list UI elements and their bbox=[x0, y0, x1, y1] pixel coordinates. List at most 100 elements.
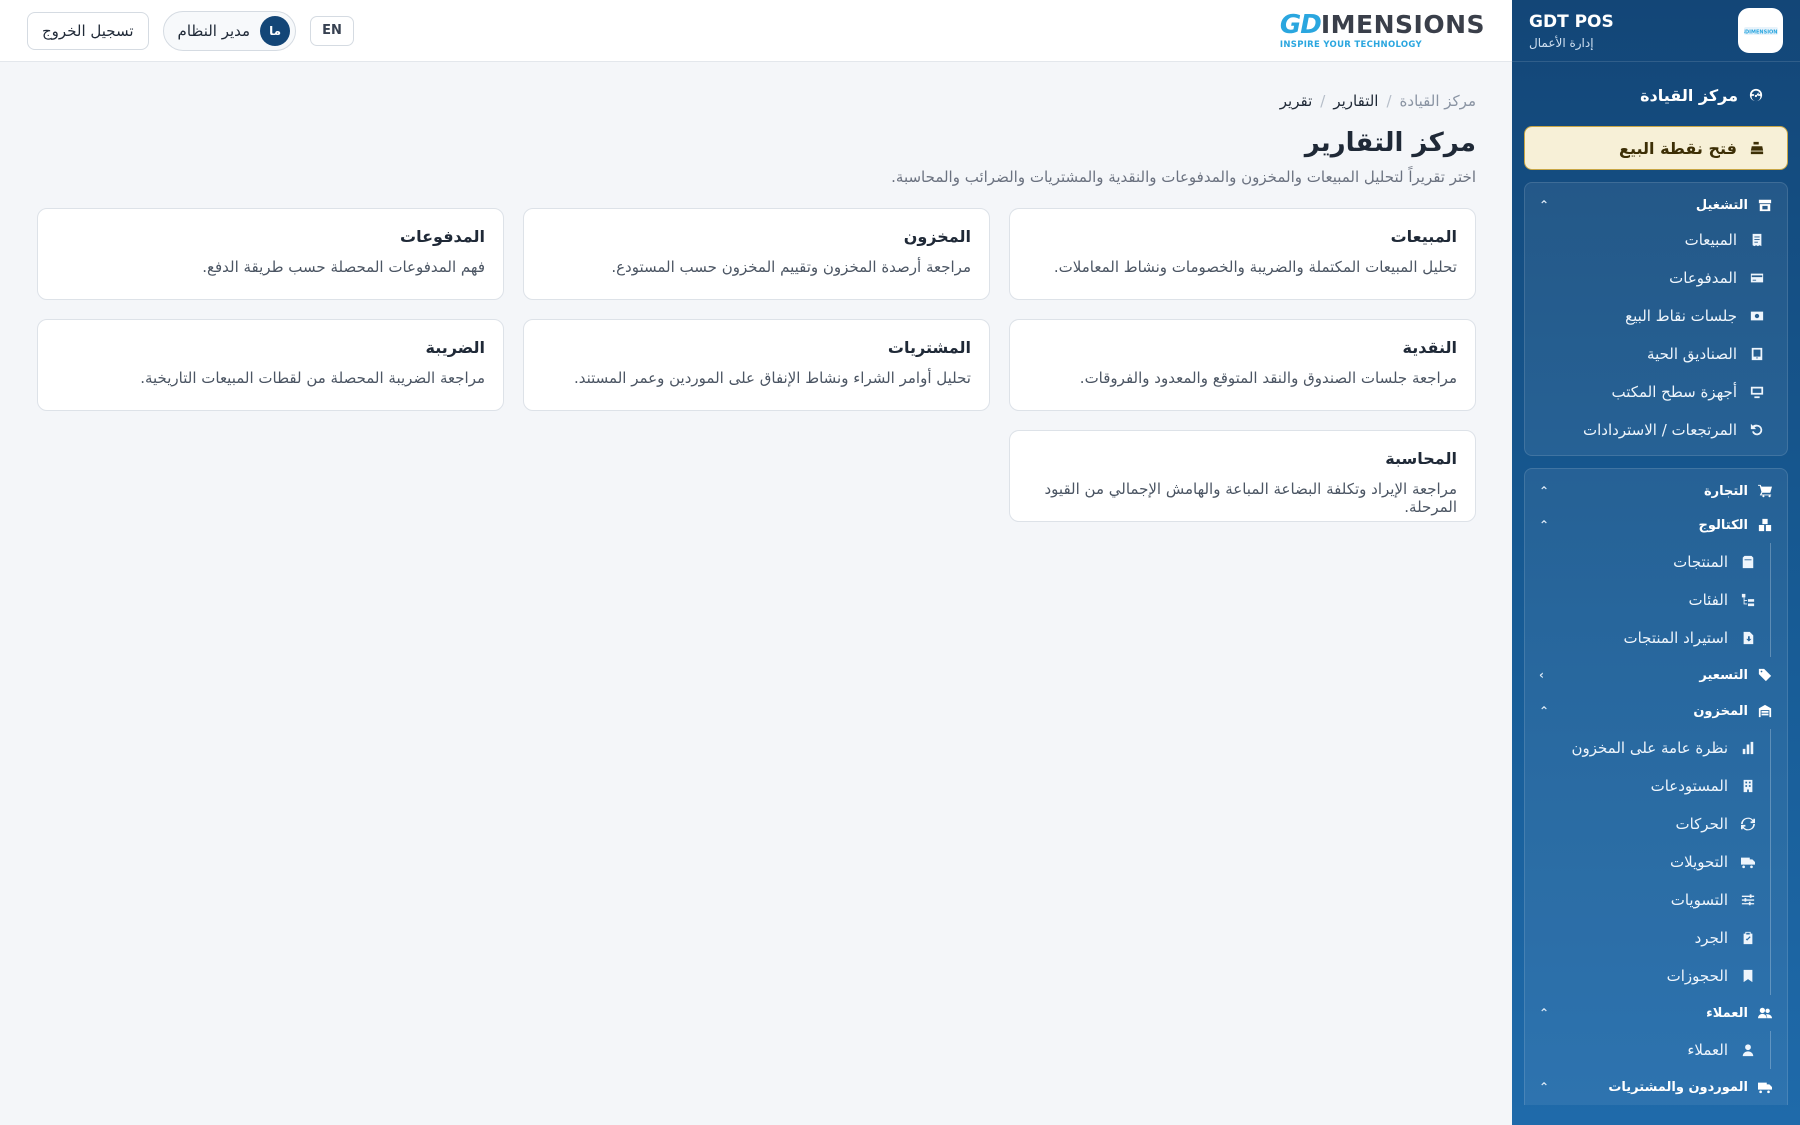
truck-icon bbox=[1740, 854, 1756, 870]
report-card-cash[interactable]: النقدية مراجعة جلسات الصندوق والنقد المت… bbox=[1009, 319, 1476, 411]
report-card-purchases[interactable]: المشتريات تحليل أوامر الشراء ونشاط الإنف… bbox=[523, 319, 990, 411]
sidebar-subgroup-title: الكتالوج bbox=[1698, 517, 1749, 533]
card-description: مراجعة جلسات الصندوق والنقد المتوقع والم… bbox=[1079, 369, 1457, 387]
report-card-inventory[interactable]: المخزون مراجعة أرصدة المخزون وتقييم المخ… bbox=[523, 208, 990, 300]
money-bill-icon bbox=[1749, 308, 1765, 324]
sidebar-item-label: الحجوزات bbox=[1666, 967, 1728, 985]
sidebar-subgroup-pricing[interactable]: التسعير › bbox=[1525, 657, 1787, 693]
company-logo[interactable]: GD IMENSIONS INSPIRE YOUR TECHNOLOGY bbox=[1280, 12, 1485, 50]
brand-subtitle: إدارة الأعمال bbox=[1529, 35, 1594, 50]
building-icon bbox=[1740, 778, 1756, 794]
user-menu[interactable]: ما مدير النظام bbox=[162, 10, 297, 51]
receipt-icon bbox=[1749, 232, 1765, 248]
sidebar-item-adjustments[interactable]: التسويات bbox=[1525, 881, 1770, 919]
chevron-left-icon: › bbox=[1539, 668, 1544, 682]
card-title: النقدية bbox=[1402, 338, 1458, 357]
cubes-icon bbox=[1757, 517, 1773, 533]
sidebar-item-label: جلسات نقاط البيع bbox=[1625, 307, 1737, 325]
sidebar-item-payments[interactable]: المدفوعات bbox=[1525, 259, 1787, 297]
card-title: المبيعات bbox=[1390, 227, 1457, 246]
box-icon bbox=[1740, 554, 1756, 570]
sidebar-item-label: الجرد bbox=[1694, 929, 1728, 947]
top-bar: تسجيل الخروج ما مدير النظام EN GD IMENSI… bbox=[0, 0, 1512, 62]
sidebar-subgroup-title: المخزون bbox=[1693, 703, 1748, 719]
sidebar-item-transfers[interactable]: التحويلات bbox=[1525, 843, 1770, 881]
sidebar-subgroup-customers[interactable]: العملاء ⌃ bbox=[1525, 995, 1787, 1031]
tablet-icon bbox=[1749, 346, 1765, 362]
chevron-up-icon: ⌃ bbox=[1539, 484, 1550, 498]
bookmark-icon bbox=[1740, 968, 1756, 984]
logout-button[interactable]: تسجيل الخروج bbox=[27, 11, 149, 50]
sidebar-item-movements[interactable]: الحركات bbox=[1525, 805, 1770, 843]
sidebar-item-warehouses[interactable]: المستودعات bbox=[1525, 767, 1770, 805]
sidebar-item-customers[interactable]: العملاء bbox=[1525, 1031, 1770, 1069]
sidebar-subgroup-title: العملاء bbox=[1706, 1005, 1748, 1021]
sidebar-item-label: الفئات bbox=[1688, 591, 1728, 609]
sidebar-item-label: المبيعات bbox=[1684, 231, 1737, 249]
sidebar-item-live-registers[interactable]: الصناديق الحية bbox=[1525, 335, 1787, 373]
chevron-up-icon: ⌃ bbox=[1539, 198, 1550, 212]
sidebar-subgroup-inventory[interactable]: المخزون ⌃ bbox=[1525, 693, 1787, 729]
card-description: تحليل أوامر الشراء ونشاط الإنفاق على الم… bbox=[573, 369, 971, 387]
sidebar-item-pos-sessions[interactable]: جلسات نقاط البيع bbox=[1525, 297, 1787, 335]
sidebar-item-inventory-overview[interactable]: نظرة عامة على المخزون bbox=[1525, 729, 1770, 767]
sidebar-item-label: نظرة عامة على المخزون bbox=[1571, 739, 1728, 757]
logo-gd: GD bbox=[1279, 9, 1322, 40]
brand-title: GDT POS bbox=[1529, 11, 1614, 32]
brand-text: GDT POS إدارة الأعمال bbox=[1529, 12, 1724, 50]
sidebar-group-header-commerce[interactable]: التجارة ⌃ bbox=[1525, 475, 1787, 507]
sidebar-item-reservations[interactable]: الحجوزات bbox=[1525, 957, 1770, 995]
card-description: مراجعة أرصدة المخزون وتقييم المخزون حسب … bbox=[611, 258, 971, 276]
sidebar: GDIMENSIONS GDT POS إدارة الأعمال مركز ا… bbox=[1512, 0, 1800, 1125]
sidebar-subgroup-catalog[interactable]: الكتالوج ⌃ bbox=[1525, 507, 1787, 543]
gauge-icon bbox=[1748, 87, 1764, 103]
breadcrumb-separator: / bbox=[1386, 92, 1392, 110]
sidebar-item-returns[interactable]: المرتجعات / الاستردادات bbox=[1525, 411, 1787, 449]
breadcrumb-item-report: تقرير bbox=[1279, 92, 1313, 110]
sidebar-item-categories[interactable]: الفئات bbox=[1525, 581, 1770, 619]
report-card-sales[interactable]: المبيعات تحليل المبيعات المكتملة والضريب… bbox=[1009, 208, 1476, 300]
sidebar-group-title: التشغيل bbox=[1695, 197, 1748, 213]
language-toggle-button[interactable]: EN bbox=[310, 15, 354, 46]
sidebar-item-import-products[interactable]: استيراد المنتجات bbox=[1525, 619, 1770, 657]
user-name: مدير النظام bbox=[177, 21, 251, 40]
card-description: فهم المدفوعات المحصلة حسب طريقة الدفع. bbox=[202, 258, 485, 276]
cash-register-icon bbox=[1749, 140, 1765, 156]
open-pos-label: فتح نقطة البيع bbox=[1619, 138, 1737, 158]
sidebar-item-label: المستودعات bbox=[1650, 777, 1728, 795]
brand-logo[interactable]: GDIMENSIONS bbox=[1738, 8, 1783, 53]
sidebar-subgroup-catalog-items: المنتجات الفئات استيراد المنتجات bbox=[1525, 543, 1771, 657]
sidebar-group-header-operations[interactable]: التشغيل ⌃ bbox=[1525, 189, 1787, 221]
sidebar-group-operations: التشغيل ⌃ المبيعات المدفوعات جلسات نقاط … bbox=[1524, 182, 1788, 456]
sidebar-item-dashboard[interactable]: مركز القيادة bbox=[1512, 70, 1800, 120]
sidebar-item-label: العملاء bbox=[1687, 1041, 1728, 1059]
sidebar-item-label: التحويلات bbox=[1670, 853, 1728, 871]
report-card-accounting[interactable]: المحاسبة مراجعة الإيراد وتكلفة البضاعة ا… bbox=[1009, 430, 1476, 522]
sidebar-subgroup-title: الموردون والمشتريات bbox=[1608, 1079, 1748, 1095]
sidebar-item-desktop-devices[interactable]: أجهزة سطح المكتب bbox=[1525, 373, 1787, 411]
sliders-icon bbox=[1740, 892, 1756, 908]
tags-icon bbox=[1757, 667, 1773, 683]
sidebar-item-sales[interactable]: المبيعات bbox=[1525, 221, 1787, 259]
report-card-tax[interactable]: الضريبة مراجعة الضريبة المحصلة من لقطات … bbox=[37, 319, 504, 411]
sidebar-subgroup-customers-items: العملاء bbox=[1525, 1031, 1771, 1069]
sidebar-item-products[interactable]: المنتجات bbox=[1525, 543, 1770, 581]
sidebar-subgroup-suppliers[interactable]: الموردون والمشتريات ⌃ bbox=[1525, 1069, 1787, 1105]
chevron-up-icon: ⌃ bbox=[1539, 1080, 1550, 1094]
breadcrumb-item-dashboard[interactable]: مركز القيادة bbox=[1400, 92, 1476, 110]
page-description: اختر تقريراً لتحليل المبيعات والمخزون وا… bbox=[891, 168, 1476, 186]
open-pos-button[interactable]: فتح نقطة البيع bbox=[1524, 126, 1788, 170]
truck-icon bbox=[1757, 1079, 1773, 1095]
credit-card-icon bbox=[1749, 270, 1765, 286]
card-description: تحليل المبيعات المكتملة والضريبة والخصوم… bbox=[1053, 258, 1457, 276]
breadcrumb-item-reports[interactable]: التقارير bbox=[1333, 92, 1378, 110]
sidebar-brand: GDIMENSIONS GDT POS إدارة الأعمال bbox=[1512, 0, 1800, 62]
sidebar-item-stocktake[interactable]: الجرد bbox=[1525, 919, 1770, 957]
report-card-payments[interactable]: المدفوعات فهم المدفوعات المحصلة حسب طريق… bbox=[37, 208, 504, 300]
desktop-icon bbox=[1749, 384, 1765, 400]
chevron-up-icon: ⌃ bbox=[1539, 518, 1550, 532]
logo-rest: IMENSIONS bbox=[1320, 10, 1485, 39]
avatar: ما bbox=[260, 15, 291, 46]
svg-text:GDIMENSIONS: GDIMENSIONS bbox=[1744, 29, 1778, 35]
breadcrumb-separator: / bbox=[1320, 92, 1326, 110]
